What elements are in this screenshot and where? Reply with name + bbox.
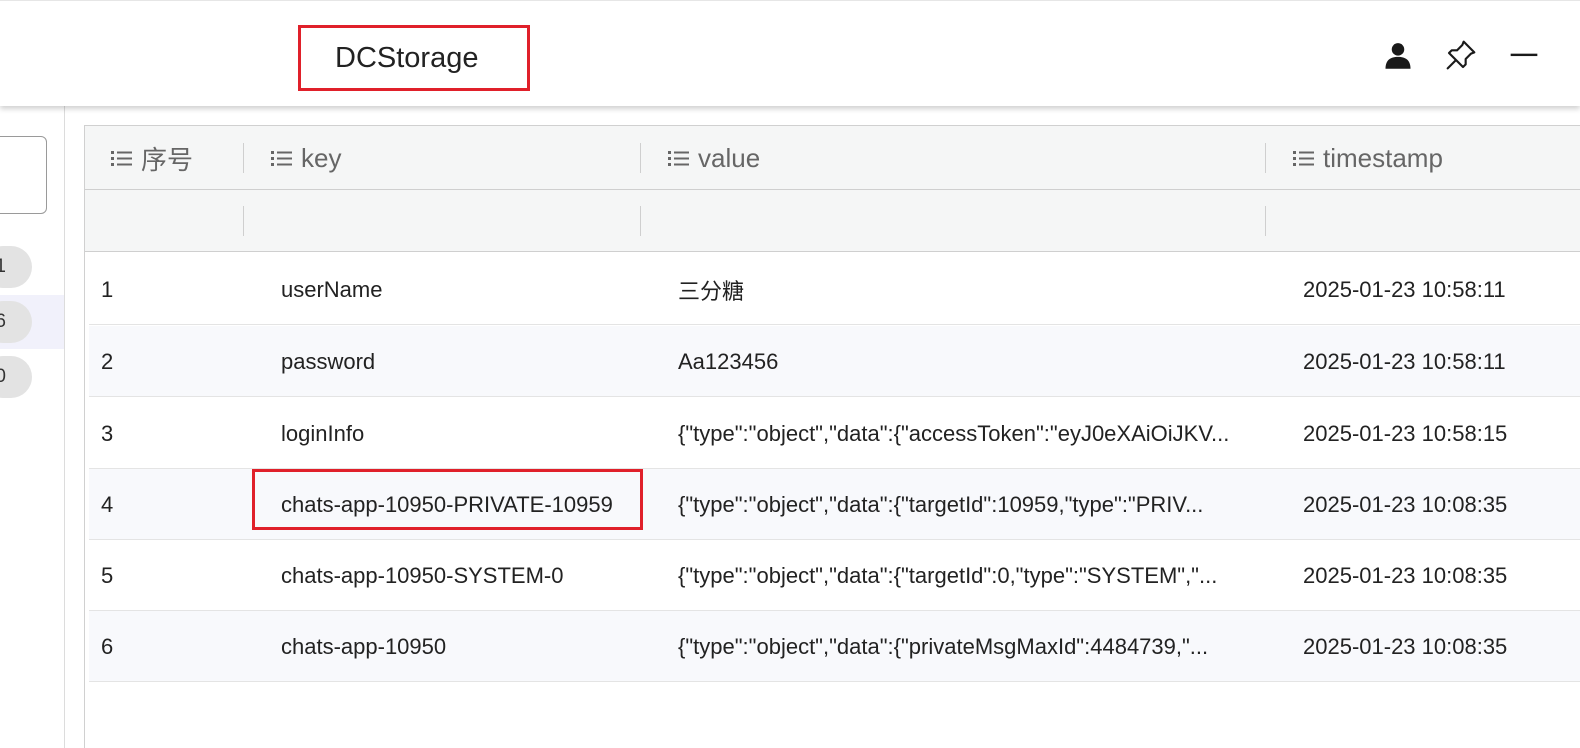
cell-timestamp: 2025-01-23 10:58:15 xyxy=(1303,420,1508,446)
cell-timestamp: 2025-01-23 10:08:35 xyxy=(1303,633,1508,659)
storage-table: 序号 key value timestamp 1 userName 三分糖 20… xyxy=(84,125,1580,748)
column-resizer[interactable] xyxy=(243,143,244,173)
cell-index: 3 xyxy=(101,420,114,446)
table-header-row: 序号 key value timestamp xyxy=(85,126,1580,190)
cell-index: 4 xyxy=(101,491,114,517)
column-label: timestamp xyxy=(1323,142,1443,173)
cell-key: password xyxy=(281,348,376,374)
column-divider xyxy=(243,206,244,236)
title-highlight-box: DCStorage xyxy=(298,25,530,91)
count-badge: 6 xyxy=(0,301,32,343)
cell-key: userName xyxy=(281,276,383,302)
table-row[interactable]: 2 password Aa123456 2025-01-23 10:58:11 xyxy=(89,326,1580,397)
column-divider xyxy=(640,206,641,236)
cell-value: 三分糖 xyxy=(678,278,745,304)
table-row[interactable]: 5 chats-app-10950-SYSTEM-0 {"type":"obje… xyxy=(89,540,1580,611)
count-badge: 1 xyxy=(0,246,32,288)
count-badge: 0 xyxy=(0,356,32,398)
app-title: DCStorage xyxy=(335,42,479,74)
cell-value: {"type":"object","data":{"accessToken":"… xyxy=(678,420,1230,446)
cell-value: {"type":"object","data":{"privateMsgMaxI… xyxy=(678,633,1209,659)
cell-index: 2 xyxy=(101,348,114,374)
list-icon xyxy=(111,151,132,166)
pin-icon[interactable] xyxy=(1443,37,1479,73)
table-row[interactable]: 4 chats-app-10950-PRIVATE-10959 {"type":… xyxy=(89,469,1580,540)
table-row[interactable]: 6 chats-app-10950 {"type":"object","data… xyxy=(89,611,1580,682)
app-header: DCStorage xyxy=(0,0,1580,106)
column-label: value xyxy=(698,142,761,173)
db-select-dropdown[interactable] xyxy=(0,136,47,214)
column-header-timestamp[interactable]: timestamp xyxy=(1293,126,1443,190)
column-header-index[interactable]: 序号 xyxy=(111,126,193,190)
cell-key: chats-app-10950-PRIVATE-10959 xyxy=(281,491,613,517)
cell-timestamp: 2025-01-23 10:58:11 xyxy=(1303,348,1506,374)
list-icon xyxy=(668,151,689,166)
cell-timestamp: 2025-01-23 10:08:35 xyxy=(1303,491,1508,517)
cell-value: {"type":"object","data":{"targetId":0,"t… xyxy=(678,562,1218,588)
cell-key: chats-app-10950 xyxy=(281,633,447,659)
list-icon xyxy=(1293,151,1314,166)
column-resizer[interactable] xyxy=(1265,143,1266,173)
column-divider xyxy=(1265,206,1266,236)
list-icon xyxy=(271,151,292,166)
column-resizer[interactable] xyxy=(640,143,641,173)
cell-key: chats-app-10950-SYSTEM-0 xyxy=(281,562,564,588)
left-list-item[interactable]: 1 xyxy=(0,240,64,294)
column-label: key xyxy=(301,142,342,173)
cell-value: Aa123456 xyxy=(678,348,779,374)
column-header-key[interactable]: key xyxy=(271,126,341,190)
cell-index: 6 xyxy=(101,633,114,659)
minimize-icon[interactable] xyxy=(1506,37,1542,73)
left-panel: 1 6 0 xyxy=(0,106,65,748)
column-header-value[interactable]: value xyxy=(668,126,760,190)
cell-value: {"type":"object","data":{"targetId":1095… xyxy=(678,491,1204,517)
cell-key: loginInfo xyxy=(281,420,365,446)
table-row[interactable]: 1 userName 三分糖 2025-01-23 10:58:11 xyxy=(89,254,1580,325)
cell-index: 1 xyxy=(101,276,114,302)
user-icon[interactable] xyxy=(1380,37,1416,73)
left-list-item[interactable]: 0 xyxy=(0,350,64,404)
column-label: 序号 xyxy=(141,144,194,175)
cell-index: 5 xyxy=(101,562,114,588)
cell-timestamp: 2025-01-23 10:08:35 xyxy=(1303,562,1508,588)
filter-row xyxy=(85,190,1580,252)
table-row[interactable]: 3 loginInfo {"type":"object","data":{"ac… xyxy=(89,398,1580,469)
left-list-item-active[interactable]: 6 xyxy=(0,295,64,349)
cell-timestamp: 2025-01-23 10:58:11 xyxy=(1303,276,1506,302)
